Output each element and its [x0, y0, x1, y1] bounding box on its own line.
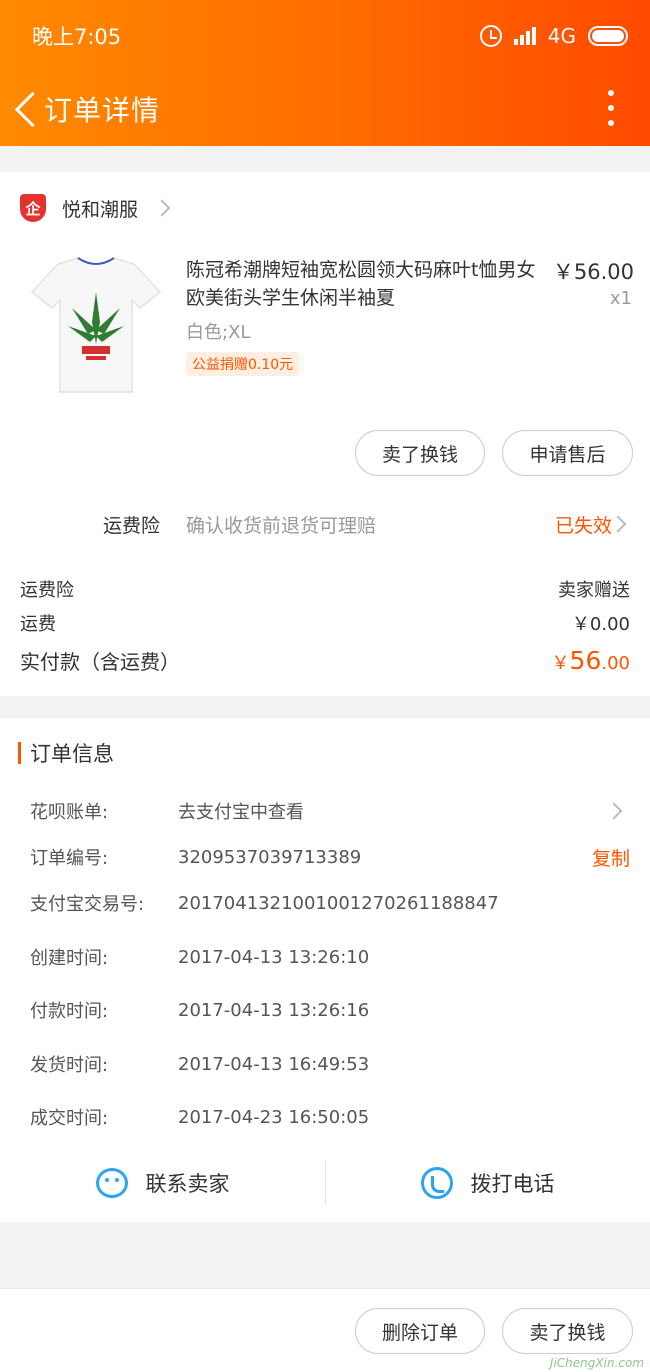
- watermark: JiChengXin.com: [549, 1356, 644, 1370]
- order-info-title: 订单信息: [30, 742, 114, 766]
- alipay-trade-row: 支付宝交易号: 2017041321001001270261188847: [30, 888, 630, 918]
- info-label: 花呗账单:: [30, 802, 109, 823]
- info-label: 付款时间:: [30, 1001, 109, 1022]
- alarm-icon: [479, 25, 502, 47]
- info-label: 成交时间:: [30, 1108, 109, 1129]
- product-image[interactable]: [28, 252, 164, 398]
- product-title[interactable]: 陈冠希潮牌短袖宽松圆领大码麻叶t恤男女 欧美街头学生休闲半袖夏: [186, 256, 536, 312]
- order-info-card: 订单信息 花呗账单: 去支付宝中查看 订单编号: 320953703971338…: [0, 718, 650, 1222]
- more-icon[interactable]: [608, 90, 616, 126]
- sell-for-cash-button[interactable]: 卖了换钱: [355, 430, 485, 476]
- info-value: 2017-04-23 16:50:05: [178, 1106, 370, 1128]
- completed-time-row: 成交时间: 2017-04-23 16:50:05: [30, 1102, 630, 1132]
- delete-order-button[interactable]: 删除订单: [355, 1308, 485, 1354]
- battery-icon: [588, 26, 628, 46]
- info-value: 2017-04-13 13:26:16: [178, 999, 370, 1021]
- info-label: 创建时间:: [30, 948, 109, 969]
- signal-icon: [513, 27, 536, 45]
- info-value: 3209537039713389: [178, 846, 362, 868]
- section-accent-bar: [18, 742, 21, 764]
- huabei-bill-row[interactable]: 花呗账单: 去支付宝中查看: [30, 796, 630, 826]
- fee-row: 运费险 卖家赠送: [20, 576, 630, 602]
- page-title: 订单详情: [44, 94, 161, 127]
- insurance-description: 确认收货前退货可理赔: [186, 514, 377, 537]
- bottom-action-bar: 删除订单 卖了换钱 JiChengXin.com: [0, 1288, 650, 1372]
- call-phone-label: 拨打电话: [470, 1172, 555, 1196]
- total-label: 实付款（含运费）: [20, 650, 180, 674]
- status-indicators: 4G: [479, 24, 628, 48]
- fee-label: 运费: [20, 614, 56, 635]
- status-bar: 晚上7:05 4G: [0, 0, 650, 72]
- info-value: 2017041321001001270261188847: [178, 892, 499, 914]
- charity-badge: 公益捐赠0.10元: [186, 352, 300, 376]
- info-value: 2017-04-13 16:49:53: [178, 1053, 370, 1075]
- shipping-insurance-row[interactable]: 运费险 确认收货前退货可理赔 已失效: [0, 502, 650, 546]
- app-header: 晚上7:05 4G 订单详情: [0, 0, 650, 146]
- fee-value: 卖家赠送: [558, 580, 630, 601]
- chevron-right-icon: [609, 515, 627, 533]
- copy-button[interactable]: 复制: [592, 844, 630, 871]
- total-row: 实付款（含运费） ￥56.00: [20, 646, 630, 675]
- contact-seller-label: 联系卖家: [145, 1172, 230, 1196]
- chevron-right-icon: [605, 802, 623, 820]
- phone-icon: [420, 1167, 453, 1199]
- back-icon[interactable]: [4, 79, 44, 139]
- shop-badge-icon: 企: [20, 194, 46, 222]
- contact-bar: 联系卖家 拨打电话: [0, 1158, 650, 1208]
- status-time: 晚上7:05: [32, 25, 122, 49]
- info-label: 支付宝交易号:: [30, 894, 145, 915]
- product-price: ￥56.00: [552, 260, 634, 284]
- info-label: 订单编号:: [30, 848, 109, 869]
- sell-for-cash-button[interactable]: 卖了换钱: [502, 1308, 633, 1354]
- call-phone-button[interactable]: 拨打电话: [325, 1158, 650, 1208]
- product-quantity: x1: [609, 288, 632, 309]
- chevron-right-icon: [153, 199, 171, 217]
- contact-seller-button[interactable]: 联系卖家: [0, 1158, 325, 1208]
- insurance-label: 运费险: [103, 514, 161, 537]
- fee-label: 运费险: [20, 580, 74, 601]
- total-amount: ￥56.00: [551, 646, 630, 675]
- shipped-time-row: 发货时间: 2017-04-13 16:49:53: [30, 1049, 630, 1079]
- product-spec: 白色;XL: [186, 322, 251, 343]
- order-number-row: 订单编号: 3209537039713389 复制: [30, 842, 630, 872]
- nav-bar: 订单详情: [0, 72, 650, 146]
- network-label: 4G: [547, 24, 576, 48]
- info-label: 发货时间:: [30, 1055, 109, 1076]
- after-sale-button[interactable]: 申请售后: [502, 430, 633, 476]
- created-time-row: 创建时间: 2017-04-13 13:26:10: [30, 942, 630, 972]
- shop-name: 悦和潮服: [62, 198, 139, 221]
- info-value: 2017-04-13 13:26:10: [178, 946, 370, 968]
- order-item-card: 企 悦和潮服 陈冠希潮牌短袖宽松圆领大码麻叶t恤男女 欧美街头学生休闲半袖夏 白…: [0, 172, 650, 696]
- paid-time-row: 付款时间: 2017-04-13 13:26:16: [30, 995, 630, 1025]
- shop-link[interactable]: 企 悦和潮服: [20, 192, 171, 224]
- insurance-status: 已失效: [554, 514, 612, 537]
- fee-value: ￥0.00: [571, 614, 630, 635]
- info-value: 去支付宝中查看: [178, 802, 304, 823]
- chat-icon: [95, 1168, 128, 1198]
- divider: [325, 1160, 326, 1204]
- fee-row: 运费 ￥0.00: [20, 610, 630, 636]
